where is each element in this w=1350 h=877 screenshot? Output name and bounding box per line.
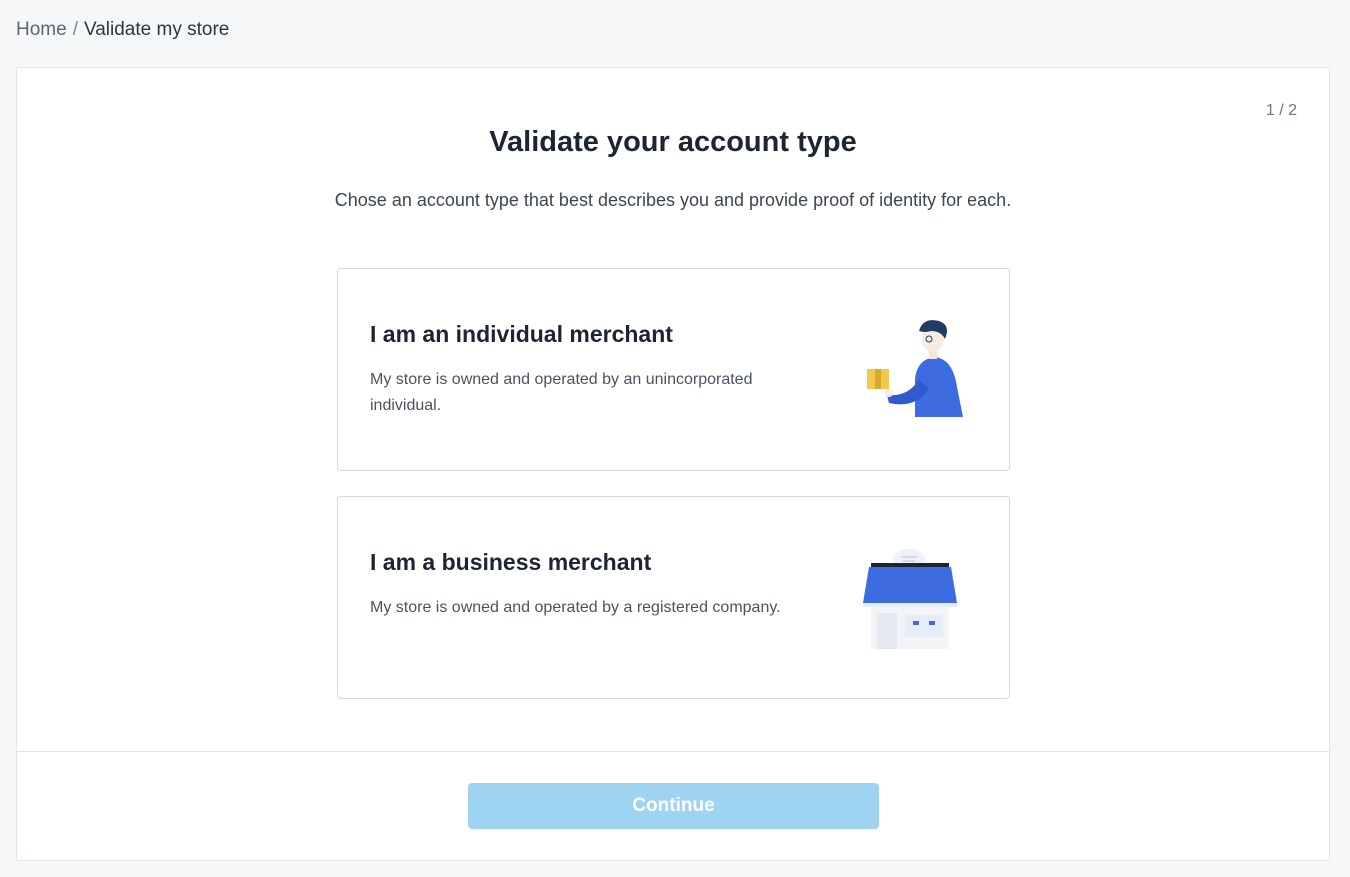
business-merchant-option[interactable]: I am a business merchant My store is own… — [337, 496, 1010, 699]
storefront-illustration — [863, 549, 957, 649]
footer-divider — [17, 751, 1329, 752]
continue-button[interactable]: Continue — [468, 783, 879, 829]
option-description: My store is owned and operated by an uni… — [370, 371, 753, 414]
option-description: My store is owned and operated by a regi… — [370, 599, 781, 616]
breadcrumb: Home / Validate my store — [16, 18, 229, 42]
page-subtitle: Chose an account type that best describe… — [334, 190, 1012, 210]
breadcrumb-home-link[interactable]: Home — [16, 18, 67, 42]
individual-merchant-option[interactable]: I am an individual merchant My store is … — [337, 268, 1010, 471]
validate-panel: 1 / 2 Validate your account type Chose a… — [16, 67, 1330, 861]
breadcrumb-current: Validate my store — [83, 19, 230, 40]
breadcrumb-separator: / — [72, 19, 78, 40]
option-title: I am a business merchant — [370, 549, 652, 575]
person-holding-box-illustration — [867, 320, 963, 417]
page-title: Validate your account type — [489, 126, 857, 158]
option-title: I am an individual merchant — [370, 321, 673, 347]
step-indicator: 1 / 2 — [1265, 102, 1297, 119]
